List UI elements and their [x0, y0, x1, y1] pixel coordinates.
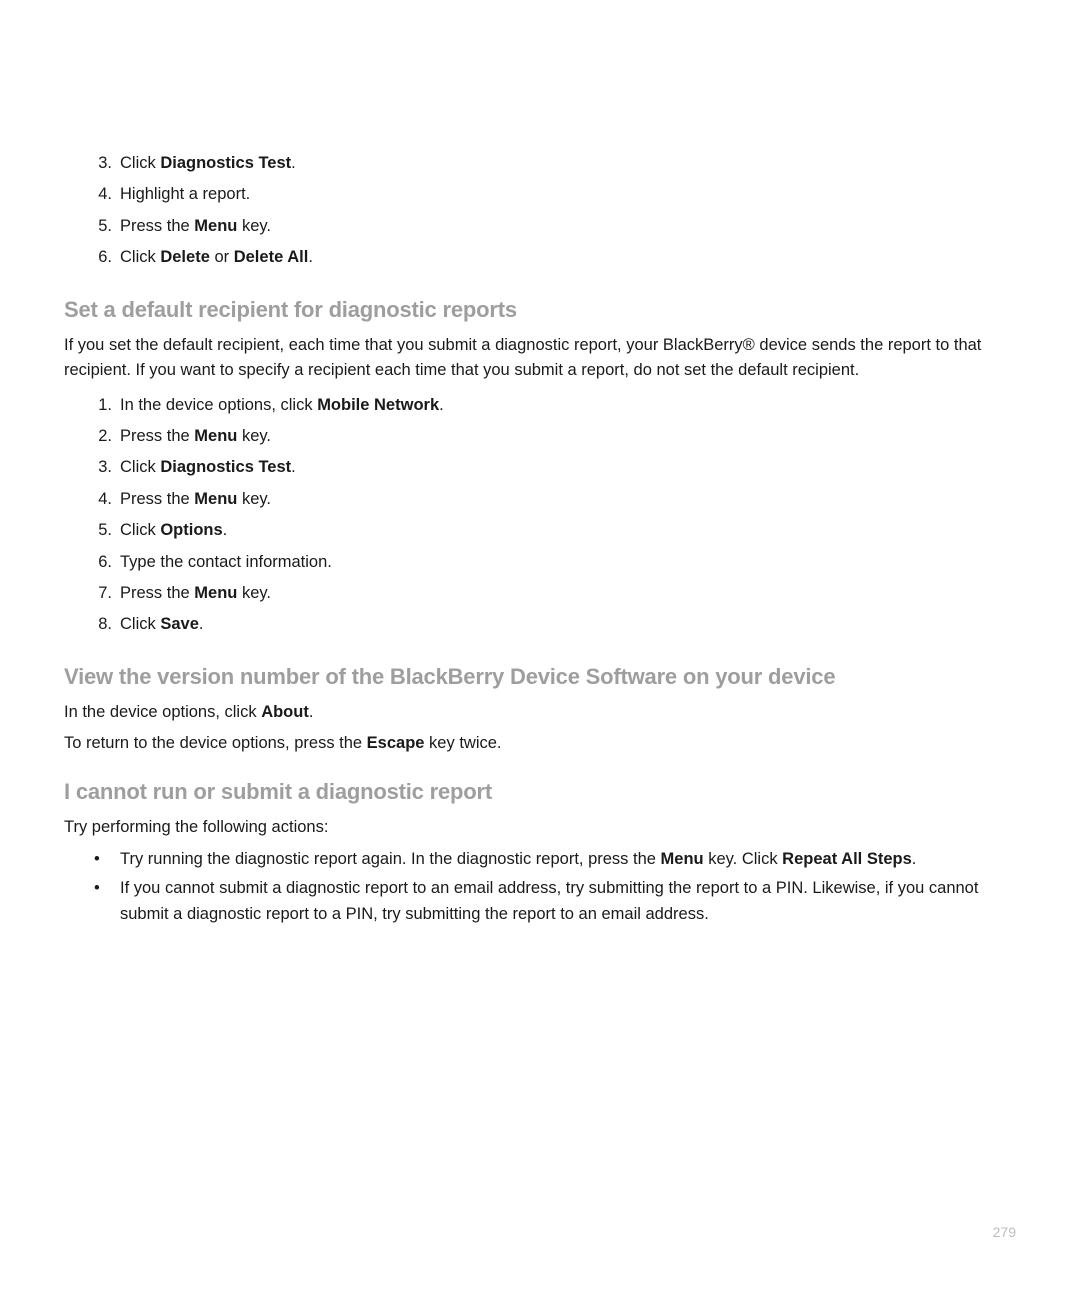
- step-number: 6.: [88, 549, 112, 575]
- step-text: In the device options, click Mobile Netw…: [120, 396, 444, 414]
- step-text: Click Diagnostics Test.: [120, 458, 296, 476]
- list-item: 4. Highlight a report.: [120, 181, 1016, 207]
- step-list-default-recipient: 1. In the device options, click Mobile N…: [64, 392, 1016, 638]
- heading-view-version: View the version number of the BlackBerr…: [64, 664, 1016, 690]
- step-number: 5.: [88, 517, 112, 543]
- step-number: 3.: [88, 454, 112, 480]
- list-item: 3. Click Diagnostics Test.: [120, 454, 1016, 480]
- step-text: Type the contact information.: [120, 553, 332, 571]
- step-text: Click Diagnostics Test.: [120, 154, 296, 172]
- step-list-delete-report: 3. Click Diagnostics Test. 4. Highlight …: [64, 150, 1016, 271]
- heading-cannot-run: I cannot run or submit a diagnostic repo…: [64, 779, 1016, 805]
- step-text: Highlight a report.: [120, 185, 250, 203]
- step-number: 4.: [88, 486, 112, 512]
- list-item: 5. Press the Menu key.: [120, 213, 1016, 239]
- step-text: Press the Menu key.: [120, 584, 271, 602]
- page-content: 3. Click Diagnostics Test. 4. Highlight …: [0, 0, 1080, 927]
- list-item: 3. Click Diagnostics Test.: [120, 150, 1016, 176]
- list-item: 7. Press the Menu key.: [120, 580, 1016, 606]
- list-item: 6. Click Delete or Delete All.: [120, 244, 1016, 270]
- heading-default-recipient: Set a default recipient for diagnostic r…: [64, 297, 1016, 323]
- list-item: 1. In the device options, click Mobile N…: [120, 392, 1016, 418]
- step-number: 3.: [88, 150, 112, 176]
- step-text: Click Save.: [120, 615, 203, 633]
- list-item: 4. Press the Menu key.: [120, 486, 1016, 512]
- body-line: To return to the device options, press t…: [64, 731, 1016, 757]
- step-number: 4.: [88, 181, 112, 207]
- intro-paragraph: If you set the default recipient, each t…: [64, 333, 1016, 384]
- step-text: Press the Menu key.: [120, 490, 271, 508]
- list-item: Try running the diagnostic report again.…: [120, 847, 1016, 873]
- view-version-body: In the device options, click About. To r…: [64, 700, 1016, 757]
- list-item: 8. Click Save.: [120, 611, 1016, 637]
- step-number: 6.: [88, 244, 112, 270]
- step-number: 5.: [88, 213, 112, 239]
- list-item: 5. Click Options.: [120, 517, 1016, 543]
- bullet-list-troubleshoot: Try running the diagnostic report again.…: [64, 847, 1016, 928]
- step-text: Click Options.: [120, 521, 227, 539]
- step-text: Press the Menu key.: [120, 427, 271, 445]
- page-number: 279: [993, 1224, 1016, 1240]
- list-item: 2. Press the Menu key.: [120, 423, 1016, 449]
- step-text: Click Delete or Delete All.: [120, 248, 313, 266]
- step-text: Press the Menu key.: [120, 217, 271, 235]
- step-number: 1.: [88, 392, 112, 418]
- step-number: 2.: [88, 423, 112, 449]
- intro-paragraph: Try performing the following actions:: [64, 815, 1016, 841]
- list-item: 6. Type the contact information.: [120, 549, 1016, 575]
- step-number: 7.: [88, 580, 112, 606]
- step-number: 8.: [88, 611, 112, 637]
- list-item: If you cannot submit a diagnostic report…: [120, 876, 1016, 927]
- body-line: In the device options, click About.: [64, 700, 1016, 726]
